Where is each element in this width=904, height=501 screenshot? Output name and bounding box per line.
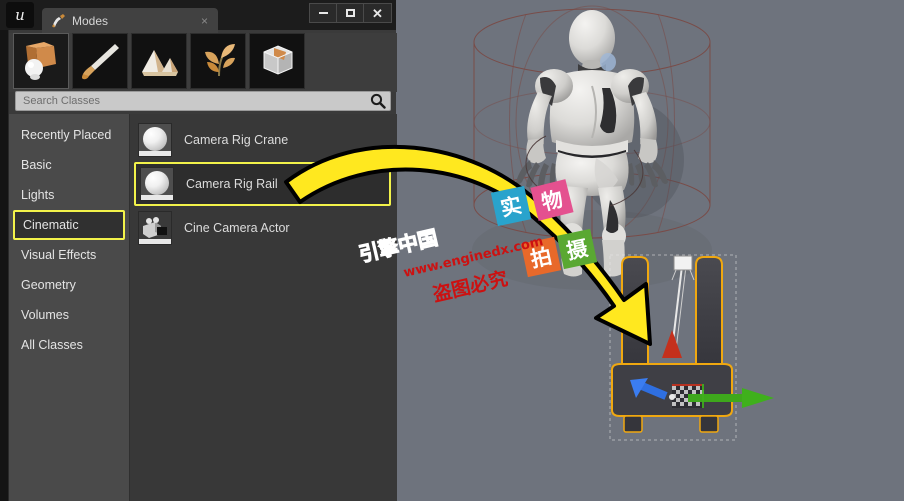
tab-close-icon[interactable]: × [199, 15, 210, 27]
modes-panel: Recently Placed Basic Lights Cinematic V… [8, 30, 397, 501]
tab-modes[interactable]: Modes × [42, 8, 218, 33]
category-cinematic[interactable]: Cinematic [13, 210, 125, 240]
category-recently-placed[interactable]: Recently Placed [9, 120, 129, 150]
geometry-edit-mode-button[interactable] [249, 33, 305, 89]
list-item-label: Camera Rig Crane [184, 133, 289, 147]
category-label: Lights [21, 188, 55, 202]
placeable-items-list: Camera Rig Crane Camera Rig Rail Cine Ca… [130, 114, 397, 501]
search-magnifier-icon[interactable] [370, 93, 386, 109]
tab-modes-label: Modes [72, 13, 109, 28]
panel-body: Recently Placed Basic Lights Cinematic V… [9, 114, 397, 501]
cine-camera-thumbnail-icon [138, 211, 172, 245]
category-all-classes[interactable]: All Classes [9, 330, 129, 360]
category-basic[interactable]: Basic [9, 150, 129, 180]
viewport-render [396, 0, 904, 501]
modes-brush-icon [50, 13, 66, 29]
mode-toolbar [9, 33, 397, 92]
window-controls: ✕ [309, 3, 392, 23]
close-button[interactable]: ✕ [364, 4, 391, 22]
category-label: Cinematic [23, 218, 79, 232]
maximize-button[interactable] [337, 4, 364, 22]
list-item-camera-rig-rail[interactable]: Camera Rig Rail [134, 162, 391, 206]
paint-mode-button[interactable] [72, 33, 128, 89]
svg-text:u: u [15, 6, 25, 24]
category-geometry[interactable]: Geometry [9, 270, 129, 300]
list-item-cine-camera-actor[interactable]: Cine Camera Actor [130, 206, 397, 250]
category-label: Visual Effects [21, 248, 97, 262]
category-label: All Classes [21, 338, 83, 352]
category-label: Basic [21, 158, 52, 172]
category-volumes[interactable]: Volumes [9, 300, 129, 330]
sphere-thumbnail-icon [138, 123, 172, 157]
category-label: Recently Placed [21, 128, 112, 142]
place-mode-button[interactable] [13, 33, 69, 89]
unreal-editor-window: u ✕ Modes × Search Classes Recently Plac… [0, 0, 904, 501]
minimize-button[interactable] [310, 4, 337, 22]
list-item-camera-rig-crane[interactable]: Camera Rig Crane [130, 118, 397, 162]
landscape-mode-button[interactable] [131, 33, 187, 89]
search-row [15, 91, 391, 111]
sphere-thumbnail-icon [140, 167, 174, 201]
category-lights[interactable]: Lights [9, 180, 129, 210]
list-item-label: Cine Camera Actor [184, 221, 290, 235]
unreal-engine-logo-icon: u [6, 2, 34, 28]
category-visual-effects[interactable]: Visual Effects [9, 240, 129, 270]
foliage-mode-button[interactable] [190, 33, 246, 89]
category-label: Geometry [21, 278, 76, 292]
category-list: Recently Placed Basic Lights Cinematic V… [9, 114, 130, 501]
search-input[interactable] [15, 91, 391, 111]
level-viewport[interactable] [396, 0, 904, 501]
viewport-scene [396, 0, 904, 501]
list-item-label: Camera Rig Rail [186, 177, 278, 191]
category-label: Volumes [21, 308, 69, 322]
